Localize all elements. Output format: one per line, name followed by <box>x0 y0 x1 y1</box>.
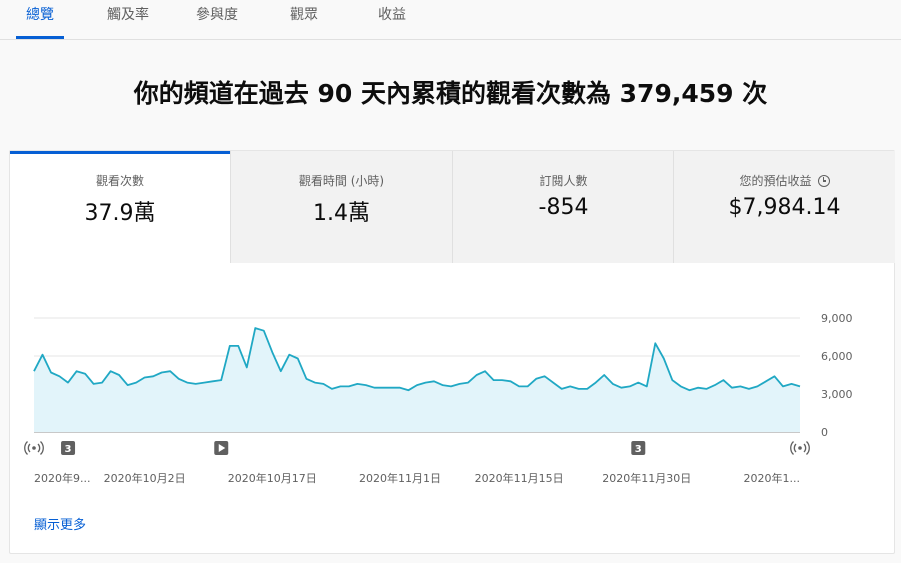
page-title: 你的頻道在過去 90 天內累積的觀看次數為 379,459 次 <box>133 79 768 108</box>
tab-reach[interactable]: 觸及率 <box>100 0 156 39</box>
y-tick-label: 6,000 <box>821 350 853 363</box>
y-tick-label: 0 <box>821 426 828 439</box>
x-tick-label: 2020年11月15日 <box>475 471 564 485</box>
broadcast-icon[interactable] <box>790 441 810 455</box>
broadcast-icon[interactable] <box>24 441 44 455</box>
y-tick-label: 9,000 <box>821 312 853 325</box>
show-more-link[interactable]: 顯示更多 <box>34 514 86 533</box>
x-tick-label: 2020年1... <box>744 471 800 485</box>
x-tick-label: 2020年10月17日 <box>228 471 317 485</box>
event-badge-count: 3 <box>65 444 72 455</box>
x-tick-label: 2020年9... <box>34 471 90 485</box>
tab-overview[interactable]: 總覽 <box>16 0 64 39</box>
views-chart: 0 3,000 6,000 9,000 3 3 2020年9... 2020年10月2日 202… <box>24 312 853 485</box>
x-tick-label: 2020年11月1日 <box>359 471 441 485</box>
event-badge-count: 3 <box>635 444 642 455</box>
overview-card: 觀看次數 37.9萬 觀看時間 (小時) 1.4萬 訂閱人數 -854 您的預估… <box>9 150 895 554</box>
chart-area <box>34 328 800 432</box>
tab-revenue[interactable]: 收益 <box>368 0 416 39</box>
tab-bar: 總覽 觸及率 參與度 觀眾 收益 <box>0 0 901 40</box>
tab-audience[interactable]: 觀眾 <box>280 0 328 39</box>
x-tick-label: 2020年11月30日 <box>602 471 691 485</box>
x-tick-label: 2020年10月2日 <box>104 471 186 485</box>
y-tick-label: 3,000 <box>821 388 853 401</box>
tab-engagement[interactable]: 參與度 <box>189 0 245 39</box>
